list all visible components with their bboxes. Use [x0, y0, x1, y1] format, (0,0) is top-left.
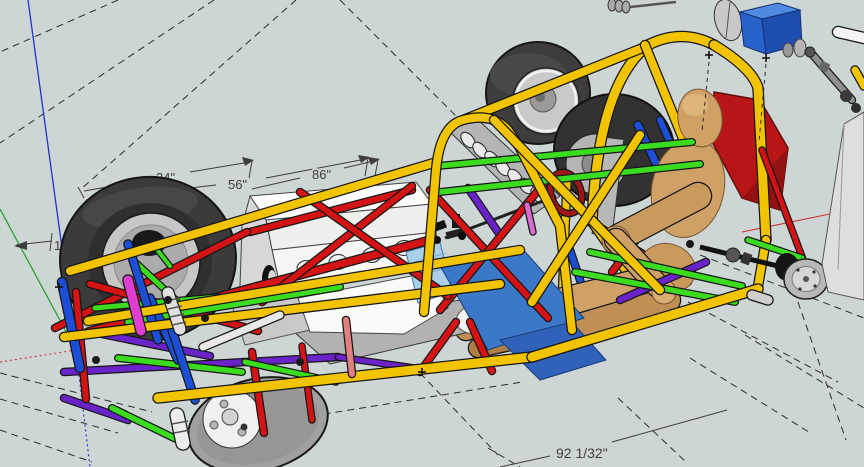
loose-axle-assembly[interactable]	[782, 25, 864, 113]
dimension-partial[interactable]: 1	[14, 232, 63, 255]
loose-body-panel[interactable]	[821, 111, 864, 301]
viewport-canvas[interactable]: 34" 56" 86" 1	[0, 0, 864, 467]
loose-spring-part[interactable]	[607, 0, 677, 14]
red-axis-negative	[0, 349, 77, 363]
loose-disc-part[interactable]	[710, 0, 746, 44]
dimension-overall[interactable]: 92 1/32"	[499, 409, 728, 467]
dim-label-56[interactable]: 56"	[226, 175, 249, 194]
dim-label-overall[interactable]: 92 1/32"	[554, 443, 610, 463]
spindle-cylinder	[170, 408, 190, 450]
dim-label-86[interactable]: 86"	[310, 165, 333, 184]
